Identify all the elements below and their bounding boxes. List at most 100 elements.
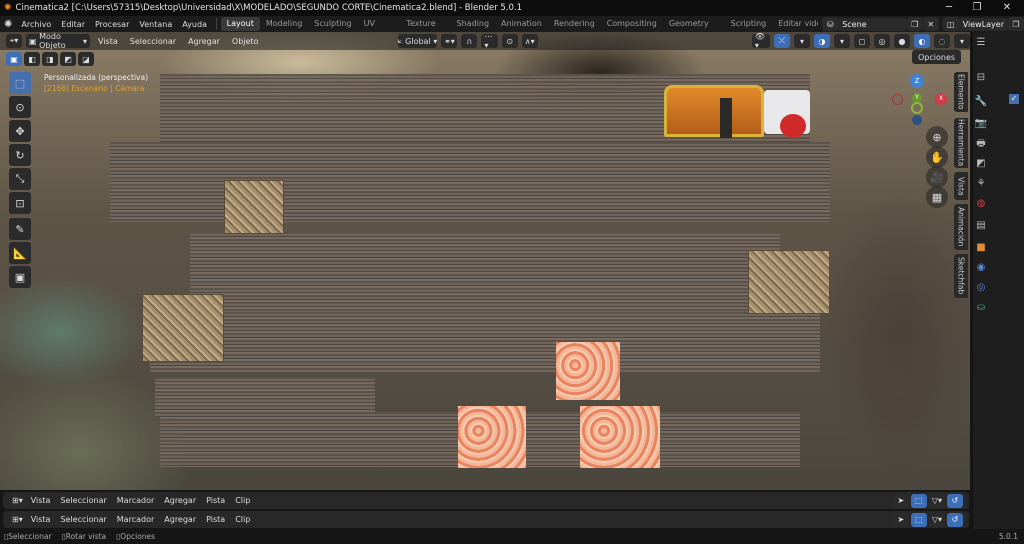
- render-properties-icon[interactable]: 📷: [973, 116, 989, 132]
- snap-icon[interactable]: ∩: [461, 34, 478, 48]
- orientation-selector[interactable]: ⟀ Global ▾: [397, 34, 438, 48]
- solid-shading-icon[interactable]: ●: [893, 34, 910, 48]
- editor-type-icon[interactable]: ⊞▾: [9, 493, 26, 508]
- transform-tool-icon[interactable]: ⊡: [9, 192, 31, 214]
- blender-menu-icon[interactable]: ✺: [4, 19, 12, 30]
- proportional-edit-icon[interactable]: ⊙: [501, 34, 518, 48]
- snap-icon[interactable]: ↺: [947, 493, 963, 508]
- snap-target-icon[interactable]: ⋯▾: [481, 32, 498, 50]
- menu-procesar[interactable]: Procesar: [90, 20, 134, 29]
- constraints-properties-icon[interactable]: ◎: [973, 280, 989, 296]
- select-extend-icon[interactable]: ◧: [24, 52, 40, 66]
- visibility-icon[interactable]: 👁▾: [751, 32, 770, 50]
- object-properties-icon[interactable]: ■: [973, 240, 989, 256]
- select-cursor-icon[interactable]: ➤: [892, 493, 909, 508]
- tab-rendering[interactable]: Rendering: [548, 17, 601, 31]
- cursor-tool-icon[interactable]: ⊙: [9, 96, 31, 118]
- pan-hand-icon[interactable]: ✋: [926, 146, 948, 168]
- tab-shading[interactable]: Shading: [451, 17, 496, 31]
- annotate-tool-icon[interactable]: ✎: [9, 218, 31, 240]
- tab-vista[interactable]: Vista: [954, 172, 968, 200]
- gizmo-dropdown[interactable]: ▾: [793, 34, 810, 48]
- checkbox[interactable]: ✓: [1009, 94, 1019, 104]
- outliner-filter-icon[interactable]: ☰: [973, 35, 989, 51]
- minimize-button[interactable]: ─: [934, 0, 964, 16]
- new-view-layer-icon[interactable]: ❐: [1008, 17, 1024, 31]
- data-properties-icon[interactable]: ⛀: [973, 300, 989, 316]
- tab-sculpting[interactable]: Sculpting: [308, 17, 357, 31]
- scene-field[interactable]: Scene: [838, 17, 907, 31]
- material-shading-icon[interactable]: ◐: [913, 34, 930, 48]
- tab-texture-paint[interactable]: Texture Paint: [400, 17, 450, 42]
- tab-uv-editing[interactable]: UV Editing: [358, 17, 401, 42]
- menu-pista[interactable]: Pista: [201, 515, 230, 524]
- select-invert-icon[interactable]: ◩: [60, 52, 76, 66]
- maximize-button[interactable]: ❐: [962, 0, 992, 16]
- camera-view-icon[interactable]: 🎥: [926, 166, 948, 188]
- add-cube-tool-icon[interactable]: ▣: [9, 266, 31, 288]
- menu-vista[interactable]: Vista: [94, 37, 122, 46]
- falloff-icon[interactable]: ∧▾: [521, 34, 538, 48]
- delete-scene-icon[interactable]: ✕: [922, 17, 939, 31]
- move-tool-icon[interactable]: ✥: [9, 120, 31, 142]
- scale-tool-icon[interactable]: ⤡: [9, 168, 31, 190]
- rendered-shading-icon[interactable]: ◌: [933, 34, 950, 48]
- tab-layout[interactable]: Layout: [220, 17, 260, 31]
- measure-tool-icon[interactable]: 📐: [9, 242, 31, 264]
- gizmo-neg-x[interactable]: [892, 94, 903, 105]
- menu-ventana[interactable]: Ventana: [134, 20, 177, 29]
- menu-pista[interactable]: Pista: [201, 496, 230, 505]
- new-scene-icon[interactable]: ❐: [906, 17, 923, 31]
- tab-sketchfab[interactable]: Sketchfab: [954, 254, 968, 298]
- gizmo-neg-z[interactable]: [912, 115, 922, 125]
- box-select-icon[interactable]: ⬚: [910, 512, 927, 527]
- gizmo-x-axis[interactable]: X: [935, 93, 947, 105]
- world-properties-icon[interactable]: ◍: [973, 196, 989, 212]
- select-new-icon[interactable]: ▣: [6, 52, 22, 66]
- menu-vista[interactable]: Vista: [26, 496, 56, 505]
- tab-modeling[interactable]: Modeling: [260, 17, 308, 31]
- physics-properties-icon[interactable]: ◉: [973, 260, 989, 276]
- menu-agregar[interactable]: Agregar: [159, 515, 201, 524]
- pivot-icon[interactable]: ⚭▾: [441, 34, 458, 48]
- tab-scripting[interactable]: Scripting: [725, 17, 773, 31]
- gizmo-z-axis[interactable]: Z: [910, 74, 924, 88]
- menu-clip[interactable]: Clip: [230, 515, 255, 524]
- properties-editor-icon[interactable]: ⊟: [973, 70, 989, 86]
- menu-seleccionar[interactable]: Seleccionar: [126, 37, 180, 46]
- menu-marcador[interactable]: Marcador: [112, 515, 159, 524]
- wireframe-shading-icon[interactable]: ◎: [873, 34, 890, 48]
- gizmo-toggle-icon[interactable]: ⤫: [773, 34, 790, 48]
- output-properties-icon[interactable]: 🖶: [973, 136, 989, 152]
- collection-properties-icon[interactable]: ▤: [973, 218, 989, 234]
- scene-properties-icon[interactable]: ⚘: [973, 176, 989, 192]
- tab-geometry-nodes[interactable]: Geometry Nodes: [663, 17, 725, 42]
- menu-agregar[interactable]: Agregar: [159, 496, 201, 505]
- filter-icon[interactable]: ▽▾: [928, 493, 945, 508]
- tab-animacion[interactable]: Animación: [954, 204, 968, 250]
- select-subtract-icon[interactable]: ◨: [42, 52, 58, 66]
- tab-animation[interactable]: Animation: [495, 17, 548, 31]
- shading-dropdown[interactable]: ▾: [953, 34, 970, 48]
- scene-selector-icon[interactable]: ⛁: [822, 17, 839, 31]
- menu-ayuda[interactable]: Ayuda: [177, 20, 212, 29]
- overlay-dropdown[interactable]: ▾: [833, 34, 850, 48]
- box-select-icon[interactable]: ⬚: [910, 493, 927, 508]
- menu-seleccionar[interactable]: Seleccionar: [55, 515, 111, 524]
- overlay-toggle-icon[interactable]: ◑: [813, 34, 830, 48]
- snap-icon[interactable]: ↺: [947, 512, 963, 527]
- editor-type-icon[interactable]: ⌖▾: [6, 34, 22, 48]
- view-layer-properties-icon[interactable]: ◩: [973, 156, 989, 172]
- opciones-button[interactable]: Opciones: [912, 50, 962, 64]
- tab-editar-video[interactable]: Editar video: [772, 17, 818, 31]
- opciones-label[interactable]: Opciones: [912, 50, 962, 64]
- gizmo-neg-y[interactable]: [911, 102, 923, 114]
- menu-editar[interactable]: Editar: [56, 20, 90, 29]
- menu-marcador[interactable]: Marcador: [112, 496, 159, 505]
- tab-compositing[interactable]: Compositing: [601, 17, 663, 31]
- menu-seleccionar[interactable]: Seleccionar: [55, 496, 111, 505]
- filter-icon[interactable]: ▽▾: [928, 512, 945, 527]
- menu-agregar[interactable]: Agregar: [184, 37, 224, 46]
- tab-herramienta[interactable]: Herramienta: [954, 118, 968, 168]
- close-button[interactable]: ✕: [992, 0, 1022, 16]
